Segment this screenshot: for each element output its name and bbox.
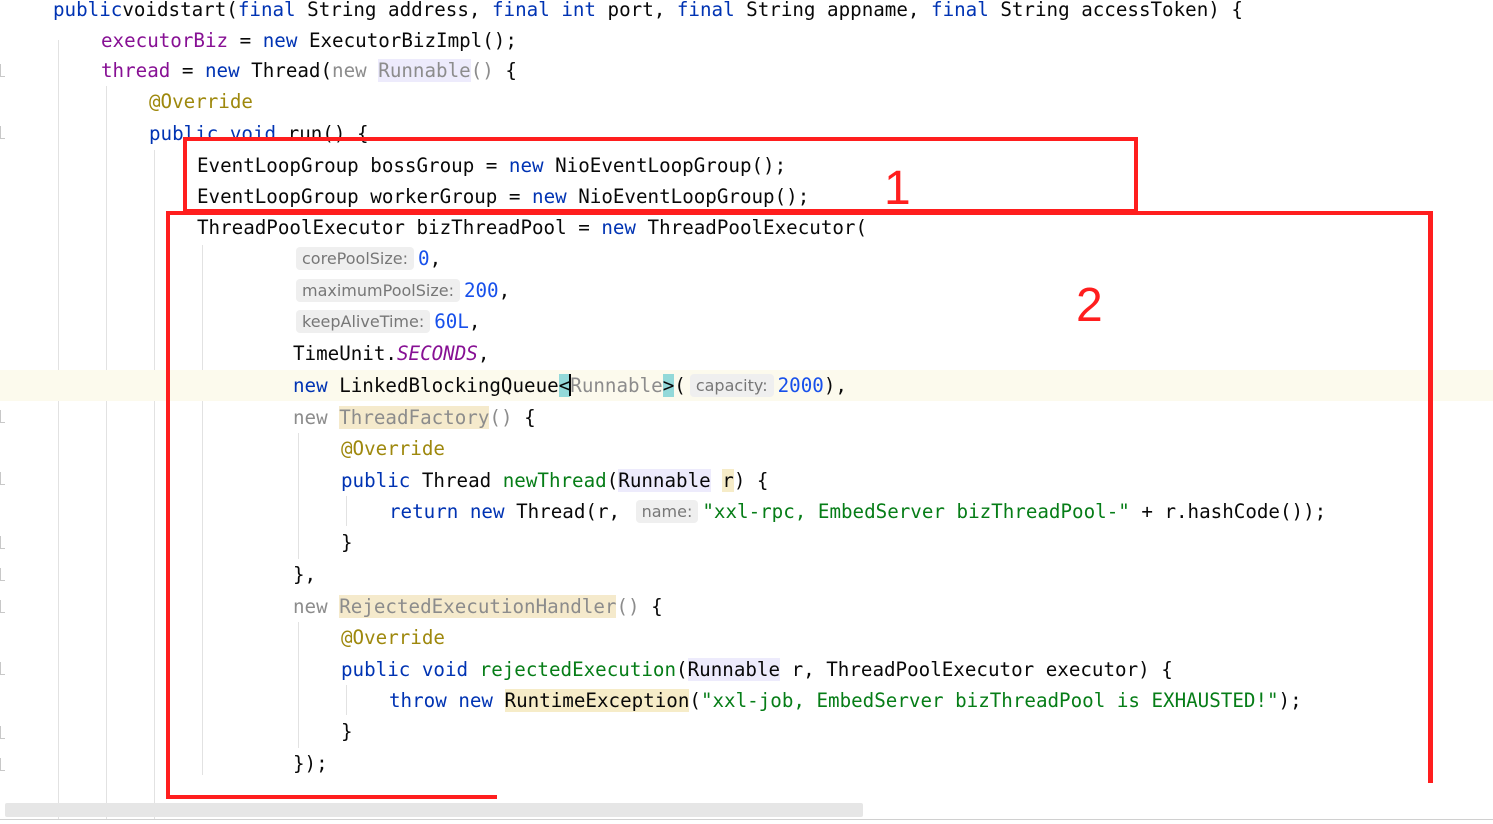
code-line-content: publicvoidstart(final String address, fi… — [53, 0, 1243, 25]
code-token: String appname, — [734, 0, 932, 21]
code-token: = — [170, 59, 205, 82]
code-token: final — [237, 0, 296, 21]
code-line[interactable]: @Override — [0, 86, 1493, 117]
code-token: Thread( — [239, 59, 333, 82]
code-token: int — [561, 0, 596, 21]
code-line[interactable]: publicvoidstart(final String address, fi… — [0, 0, 1493, 25]
code-line[interactable]: thread = new Thread(new Runnable() { — [0, 55, 1493, 86]
code-line-content: thread = new Thread(new Runnable() { — [101, 55, 517, 86]
code-token: () — [470, 59, 494, 82]
code-token: final — [931, 0, 989, 21]
code-token: = — [228, 29, 263, 52]
annotation-box-2-gap — [1428, 783, 1438, 803]
code-token: start( — [168, 0, 238, 21]
code-token: { — [493, 59, 517, 82]
code-token: String address, — [295, 0, 492, 21]
editor-bottom-divider — [0, 819, 1493, 820]
code-token: void — [122, 0, 169, 21]
annotation-box-2-gap — [497, 790, 1437, 802]
annotation-box-2 — [166, 211, 1433, 799]
code-token: final — [492, 0, 550, 21]
code-token: public — [53, 0, 123, 21]
code-token: @Override — [149, 90, 253, 113]
code-token: final — [676, 0, 735, 21]
code-token: thread — [101, 59, 171, 82]
code-token: String accessToken) { — [988, 0, 1243, 21]
code-token: new — [204, 59, 240, 82]
code-token: new — [262, 29, 298, 52]
code-token: ExecutorBizImpl(); — [297, 29, 517, 52]
code-line-content: @Override — [149, 86, 253, 117]
code-line[interactable]: executorBiz = new ExecutorBizImpl(); — [0, 25, 1493, 56]
code-token: executorBiz — [101, 29, 229, 52]
annotation-label-2: 2 — [1076, 279, 1103, 332]
code-token: Runnable — [378, 59, 471, 82]
code-token: port, — [595, 0, 677, 21]
code-line-content: executorBiz = new ExecutorBizImpl(); — [101, 25, 517, 56]
code-token: new — [332, 59, 379, 82]
annotation-label-1: 1 — [884, 162, 911, 215]
annotation-box-1 — [183, 137, 1138, 213]
horizontal-scrollbar[interactable] — [5, 803, 863, 817]
